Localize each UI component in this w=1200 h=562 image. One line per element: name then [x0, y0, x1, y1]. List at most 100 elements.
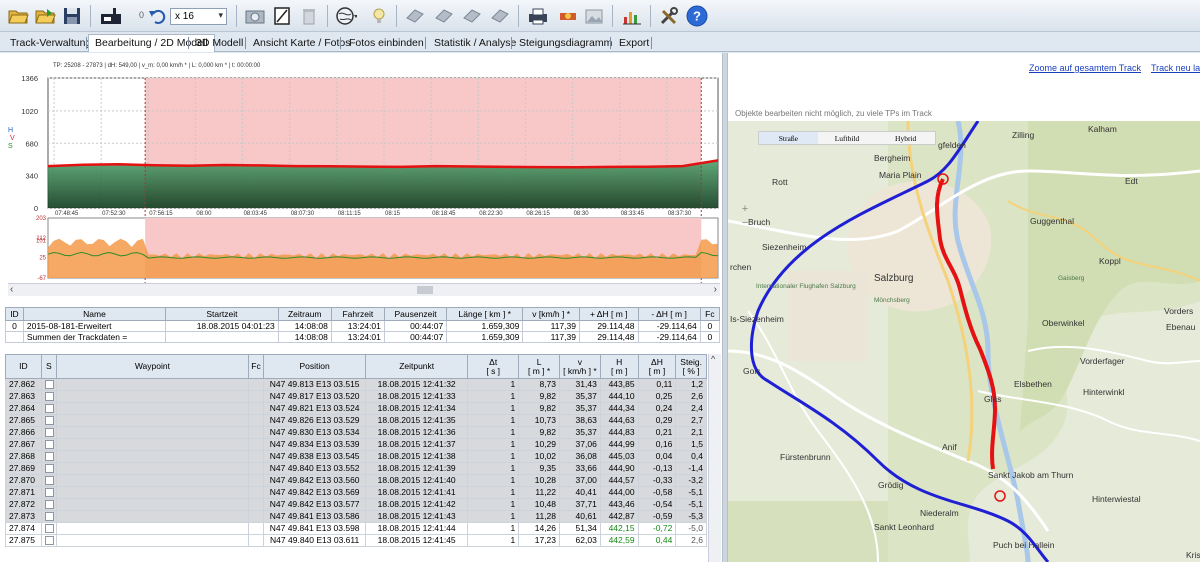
summary-header-5[interactable]: Pausenzeit — [383, 307, 448, 321]
summary-header-7[interactable]: v [km/h ] * — [522, 307, 580, 321]
satellite-icon[interactable] — [556, 4, 580, 28]
waypoint-header-3[interactable]: Fc — [247, 354, 265, 379]
tab-track-verwaltung[interactable]: Track-Verwaltung — [4, 35, 97, 51]
table-cell[interactable] — [40, 534, 58, 547]
waypoint-header-4[interactable]: Position — [263, 354, 367, 379]
help-icon[interactable]: ? — [685, 4, 709, 28]
map-zoom-controls[interactable]: + − — [738, 202, 752, 230]
tab-fotos-einbinden[interactable]: Fotos einbinden — [343, 35, 430, 51]
table-row[interactable]: 27.875 N47 49.840 E13 03.611 18.08.2015 12… — [5, 534, 707, 547]
summary-header-3[interactable]: Zeitraum — [277, 307, 332, 321]
summary-header-6[interactable]: Länge [ km ] * — [446, 307, 524, 321]
waypoint-header-9[interactable]: H[ m ] — [599, 354, 639, 379]
row-checkbox[interactable] — [44, 404, 54, 414]
map-type-luftbild[interactable]: Luftbild — [818, 132, 877, 144]
save-icon[interactable] — [60, 4, 84, 28]
summary-row[interactable]: Summen der Trackdaten = 14:08:08 13:24:01 0… — [5, 331, 721, 343]
summary-header-8[interactable]: + ΔH [ m ] — [578, 307, 639, 321]
undo-icon[interactable] — [145, 4, 169, 28]
table-cell[interactable] — [40, 486, 58, 499]
zoom-to-track-link[interactable]: Zoome auf gesamtem Track — [1029, 63, 1141, 73]
globe-icon[interactable] — [334, 4, 358, 28]
tab-export[interactable]: Export — [613, 35, 655, 51]
table-row[interactable]: 27.862 N47 49.813 E13 03.515 18.08.2015 12… — [5, 378, 707, 391]
notebook-icon[interactable] — [270, 4, 294, 28]
open-folder-icon[interactable] — [6, 4, 30, 28]
waypoint-header-5[interactable]: Zeitpunkt — [365, 354, 469, 379]
gear-icon[interactable] — [403, 4, 427, 28]
table-row[interactable]: 27.870 N47 49.842 E13 03.560 18.08.2015 12… — [5, 474, 707, 487]
device-icon[interactable] — [98, 4, 122, 28]
waypoint-header-6[interactable]: Δt[ s ] — [467, 354, 520, 379]
chart-horizontal-scrollbar[interactable]: ‹ › — [8, 283, 720, 296]
map-view[interactable]: gfelden Zilling Bergheim Maria Plain Edt Rott… — [728, 121, 1200, 562]
waypoint-header-11[interactable]: Steig.[ % ] — [675, 354, 707, 379]
table-cell[interactable] — [40, 522, 58, 535]
open-green-folder-icon[interactable] — [33, 4, 57, 28]
table-row[interactable]: 27.868 N47 49.838 E13 03.545 18.08.2015 12… — [5, 450, 707, 463]
table-row[interactable]: 27.867 N47 49.834 E13 03.539 18.08.2015 12… — [5, 438, 707, 451]
row-checkbox[interactable] — [44, 524, 54, 534]
chart-icon[interactable] — [620, 4, 644, 28]
table-cell[interactable] — [40, 450, 58, 463]
reload-track-link[interactable]: Track neu lad — [1151, 63, 1200, 73]
waypoint-header-0[interactable]: ID — [5, 354, 42, 379]
table-cell[interactable] — [40, 414, 58, 427]
summary-header-9[interactable]: - ΔH [ m ] — [637, 307, 701, 321]
scroll-left-icon[interactable]: ‹ — [10, 284, 13, 295]
gear4-icon[interactable] — [488, 4, 512, 28]
table-cell[interactable] — [40, 510, 58, 523]
summary-row[interactable]: 0 2015-08-181-Erweitert 18.08.2015 04:01:2… — [5, 320, 721, 332]
waypoint-table[interactable]: ID S Waypoint Fc Position Zeitpunkt Δt[ s ] L[ … — [5, 354, 707, 547]
scroll-thumb[interactable] — [417, 286, 433, 294]
table-row[interactable]: 27.864 N47 49.821 E13 03.524 18.08.2015 12… — [5, 402, 707, 415]
table-cell[interactable] — [40, 402, 58, 415]
profile-charts[interactable]: 07:48:45 07:52:30 07:56:15 08:00 08:03:45 08:… — [0, 70, 722, 285]
table-row[interactable]: 27.872 N47 49.842 E13 03.577 18.08.2015 12… — [5, 498, 707, 511]
map-type-strasse[interactable]: Straße — [759, 132, 818, 144]
table-cell[interactable] — [40, 438, 58, 451]
tools-icon[interactable] — [657, 4, 681, 28]
tab-steigungsdiagramm[interactable]: Steigungsdiagramm — [513, 35, 618, 51]
waypoint-header-8[interactable]: v[ km/h ] * — [559, 354, 601, 379]
table-cell[interactable] — [40, 378, 58, 391]
summary-header-2[interactable]: Startzeit — [165, 307, 279, 321]
waypoint-header-1[interactable]: S — [40, 354, 58, 379]
table-row[interactable]: 27.874 N47 49.841 E13 03.598 18.08.2015 12… — [5, 522, 707, 535]
table-row[interactable]: 27.866 N47 49.830 E13 03.534 18.08.2015 12… — [5, 426, 707, 439]
summary-header-1[interactable]: Name — [22, 307, 167, 321]
zoom-in-icon[interactable]: + — [738, 202, 752, 216]
row-checkbox[interactable] — [44, 536, 54, 546]
tab-3d-modell[interactable]: 3D Modell — [190, 35, 249, 51]
gear2-icon[interactable] — [432, 4, 456, 28]
summary-header-4[interactable]: Fahrzeit — [330, 307, 385, 321]
gear3-icon[interactable] — [460, 4, 484, 28]
row-checkbox[interactable] — [44, 464, 54, 474]
table-row[interactable]: 27.865 N47 49.826 E13 03.529 18.08.2015 12… — [5, 414, 707, 427]
row-checkbox[interactable] — [44, 380, 54, 390]
table-row[interactable]: 27.863 N47 49.817 E13 03.520 18.08.2015 12… — [5, 390, 707, 403]
waypoint-header-10[interactable]: ΔH[ m ] — [637, 354, 677, 379]
row-checkbox[interactable] — [44, 416, 54, 426]
table-cell[interactable] — [40, 390, 58, 403]
camera-icon[interactable] — [243, 4, 267, 28]
print-icon[interactable] — [526, 4, 550, 28]
row-checkbox[interactable] — [44, 428, 54, 438]
table-cell[interactable] — [40, 474, 58, 487]
table-cell[interactable] — [40, 498, 58, 511]
photo-icon[interactable] — [582, 4, 606, 28]
table-cell[interactable] — [40, 426, 58, 439]
zoom-select[interactable]: x 16 ▾ — [170, 8, 227, 25]
map-type-hybrid[interactable]: Hybrid — [876, 132, 935, 144]
bulb-icon[interactable] — [367, 4, 391, 28]
row-checkbox[interactable] — [44, 440, 54, 450]
bin-icon[interactable] — [297, 4, 321, 28]
zoom-out-icon[interactable]: − — [738, 216, 752, 230]
waypoint-header-2[interactable]: Waypoint — [56, 354, 249, 379]
table-row[interactable]: 27.869 N47 49.840 E13 03.552 18.08.2015 12… — [5, 462, 707, 475]
table-row[interactable]: 27.873 N47 49.841 E13 03.586 18.08.2015 12… — [5, 510, 707, 523]
table-row[interactable]: 27.871 N47 49.842 E13 03.569 18.08.2015 12… — [5, 486, 707, 499]
summary-header-10[interactable]: Fc — [699, 307, 721, 321]
row-checkbox[interactable] — [44, 488, 54, 498]
table-vertical-scrollbar[interactable]: ^ — [708, 354, 721, 562]
